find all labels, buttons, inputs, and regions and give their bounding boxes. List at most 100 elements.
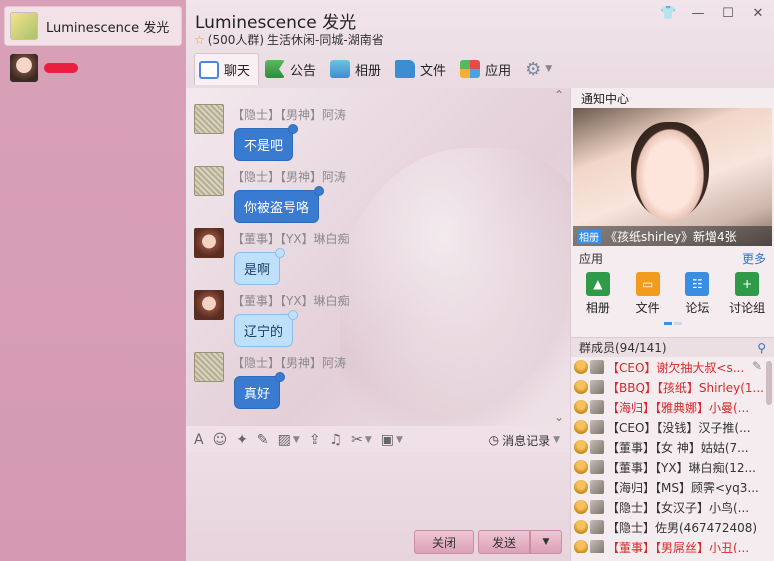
shake-icon[interactable]: ✦ — [236, 432, 248, 448]
skin-icon[interactable]: 👕 — [660, 6, 676, 21]
member-item[interactable]: 【隐士】【女汉子】小鸟(... — [571, 497, 774, 517]
chat-window: Luminescence 发光 ☆ (500人群) 生活休闲-同城-湖南省 👕 … — [186, 0, 774, 561]
message: 【隐士】【男神】阿涛 不是吧 — [194, 104, 554, 164]
tab-chat[interactable]: 聊天 — [194, 53, 260, 85]
album-caption-text[interactable]: 《孩纸shirley》新增4张 — [605, 228, 737, 245]
chevron-down-icon[interactable]: ▼ — [365, 435, 372, 445]
member-name: 【海归】【MS】顾霁<yq3... — [607, 480, 759, 495]
conversation-sidebar: Luminescence 发光 — [0, 0, 186, 561]
sender-name[interactable]: 【董事】【YX】琳白痴 — [232, 230, 350, 247]
close-button[interactable]: 关闭 — [414, 530, 474, 554]
group-title: Luminescence 发光 — [195, 13, 357, 33]
music-icon[interactable]: ♫ — [330, 432, 343, 448]
emoji-icon[interactable]: ☺ — [213, 432, 228, 448]
close-icon[interactable]: ✕ — [750, 6, 766, 21]
image-icon[interactable]: ▨ — [278, 432, 291, 448]
message-text: 是啊 — [244, 263, 271, 278]
member-avatar — [590, 480, 604, 494]
send-button[interactable]: 发送 — [478, 530, 530, 554]
sender-avatar[interactable] — [194, 290, 224, 320]
member-item[interactable]: 【董事】【YX】琳白痴(12... — [571, 457, 774, 477]
sender-avatar[interactable] — [194, 228, 224, 258]
send-options-button[interactable]: ▼ — [530, 530, 562, 554]
member-item[interactable]: 【海归】【雅典娜】小曼(... — [571, 397, 774, 417]
member-item[interactable]: 【董事】【女 神】姑姑(7... — [571, 437, 774, 457]
member-name: 【CEO】谢欠抽大叔<s... — [607, 360, 745, 375]
sender-avatar[interactable] — [194, 104, 224, 134]
member-list[interactable]: 【CEO】谢欠抽大叔<s... 【BBQ】【孩纸】Shirley(1... 【海归】… — [571, 357, 774, 553]
sender-name[interactable]: 【隐士】【男神】阿涛 — [232, 106, 346, 123]
member-item[interactable]: 【隐士】佐男(467472408) — [571, 517, 774, 537]
apps-pager — [571, 322, 774, 325]
member-role-icon — [574, 440, 588, 454]
app-forum[interactable]: ☷ 论坛 — [674, 272, 720, 316]
sender-name[interactable]: 【隐士】【男神】阿涛 — [232, 354, 346, 371]
flag-icon — [265, 60, 286, 78]
member-list-scrollbar[interactable] — [766, 361, 772, 405]
sender-avatar[interactable] — [194, 166, 224, 196]
message: 【董事】【YX】琳白痴 辽宁的 — [194, 290, 554, 350]
app-discussion[interactable]: + 讨论组 — [724, 272, 770, 316]
minimize-icon[interactable]: — — [690, 6, 706, 21]
collapse-icon[interactable]: ⌃ — [554, 88, 564, 102]
app-label: 文件 — [635, 301, 660, 315]
member-role-icon — [574, 460, 588, 474]
expand-icon[interactable]: ⌄ — [554, 410, 564, 424]
member-name: 【董事】【女 神】姑姑(7... — [607, 440, 749, 455]
more-apps-link[interactable]: 更多 — [742, 250, 766, 267]
redacted-name — [44, 63, 78, 73]
tab-notice[interactable]: 公告 — [261, 53, 324, 85]
search-icon[interactable]: ⚲ — [757, 341, 766, 355]
picture-icon: ▲ — [585, 272, 610, 296]
photo-subject — [631, 122, 709, 220]
message: 【隐士】【男神】阿涛 真好 — [194, 352, 554, 412]
sidebar-item-contact[interactable] — [4, 50, 182, 86]
member-item[interactable]: 【董事】【男屌丝】小丑(... — [571, 537, 774, 553]
message-bubble: 是啊 — [234, 248, 286, 285]
message-text: 真好 — [244, 387, 271, 402]
notice-center-title: 通知中心 — [581, 91, 630, 106]
chevron-down-icon[interactable]: ▼ — [396, 435, 403, 445]
members-header: 群成员(94/141) ⚲ — [571, 337, 774, 357]
forum-icon: ☷ — [685, 272, 710, 296]
message-list[interactable]: ⌃ 【隐士】【男神】阿涛 不是吧 【隐士】【男神】阿涛 你被盗号咯 【董事】【Y… — [186, 88, 570, 426]
pager-dot[interactable] — [663, 322, 672, 325]
pager-dot[interactable] — [673, 322, 682, 325]
sender-name[interactable]: 【隐士】【男神】阿涛 — [232, 168, 346, 185]
chevron-down-icon[interactable]: ▼ — [293, 435, 300, 445]
message-input[interactable]: 关闭 发送 ▼ — [186, 452, 570, 561]
member-avatar — [590, 380, 604, 394]
apps-list: ▲ 相册 ▭ 文件 ☷ 论坛 + 讨论组 — [571, 270, 774, 316]
chat-header: Luminescence 发光 ☆ (500人群) 生活休闲-同城-湖南省 👕 … — [186, 0, 774, 90]
member-avatar — [590, 500, 604, 514]
album-preview[interactable]: 相册 《孩纸shirley》新增4张 — [573, 108, 772, 246]
members-title: 群成员(94/141) — [579, 341, 667, 355]
message-history-button[interactable]: ◷ 消息记录 ▼ — [489, 428, 560, 452]
font-icon[interactable]: A — [194, 432, 204, 448]
group-category[interactable]: 生活休闲-同城-湖南省 — [267, 31, 384, 48]
member-item[interactable]: 【BBQ】【孩纸】Shirley(1... — [571, 377, 774, 397]
clock-icon: ◷ — [488, 433, 500, 447]
member-item[interactable]: 【海归】【MS】顾霁<yq3... — [571, 477, 774, 497]
scissors-icon[interactable]: ✂ — [351, 432, 363, 448]
message-bubble: 你被盗号咯 — [234, 186, 325, 223]
app-files[interactable]: ▭ 文件 — [625, 272, 671, 316]
app-album[interactable]: ▲ 相册 — [575, 272, 621, 316]
member-avatar — [590, 540, 604, 553]
tab-files[interactable]: 文件 — [391, 53, 454, 85]
upload-icon[interactable]: ⇪ — [309, 432, 321, 448]
sidebar-item-luminescence[interactable]: Luminescence 发光 — [4, 6, 182, 46]
tab-album[interactable]: 相册 — [326, 53, 389, 85]
more-tools-icon[interactable]: ▣ — [381, 432, 394, 448]
sender-avatar[interactable] — [194, 352, 224, 382]
edit-icon[interactable]: ✎ — [257, 432, 269, 448]
maximize-icon[interactable]: ☐ — [720, 6, 736, 21]
member-item[interactable]: 【CEO】谢欠抽大叔<s... — [571, 357, 774, 377]
member-item[interactable]: 【CEO】【没钱】汉子推(... — [571, 417, 774, 437]
sender-name[interactable]: 【董事】【YX】琳白痴 — [232, 292, 350, 309]
edit-icon[interactable]: ✎ — [752, 359, 762, 373]
tab-apps[interactable]: 应用 — [456, 53, 519, 85]
settings-menu[interactable]: ⚙ ▼ — [521, 53, 560, 85]
group-subtitle: ☆ (500人群) 生活休闲-同城-湖南省 — [194, 31, 384, 48]
album-caption: 相册 《孩纸shirley》新增4张 — [573, 226, 772, 246]
